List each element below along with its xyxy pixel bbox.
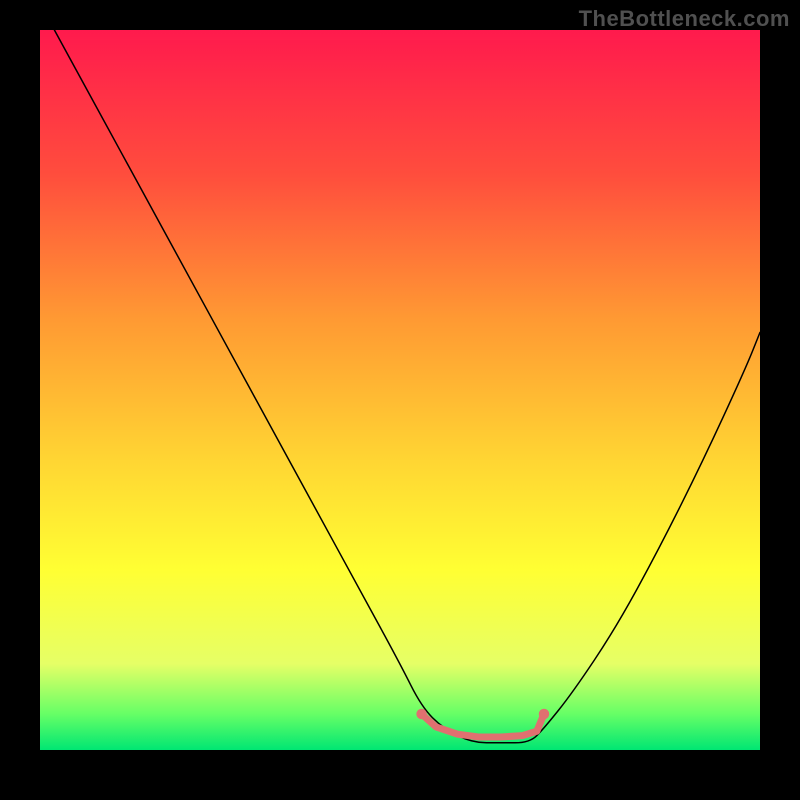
fit-marker-endcap xyxy=(539,709,550,720)
watermark-text: TheBottleneck.com xyxy=(579,6,790,32)
plot-area xyxy=(40,30,760,750)
fit-marker-endcap xyxy=(416,709,427,720)
chart-svg xyxy=(40,30,760,750)
chart-frame: TheBottleneck.com xyxy=(0,0,800,800)
gradient-background xyxy=(40,30,760,750)
